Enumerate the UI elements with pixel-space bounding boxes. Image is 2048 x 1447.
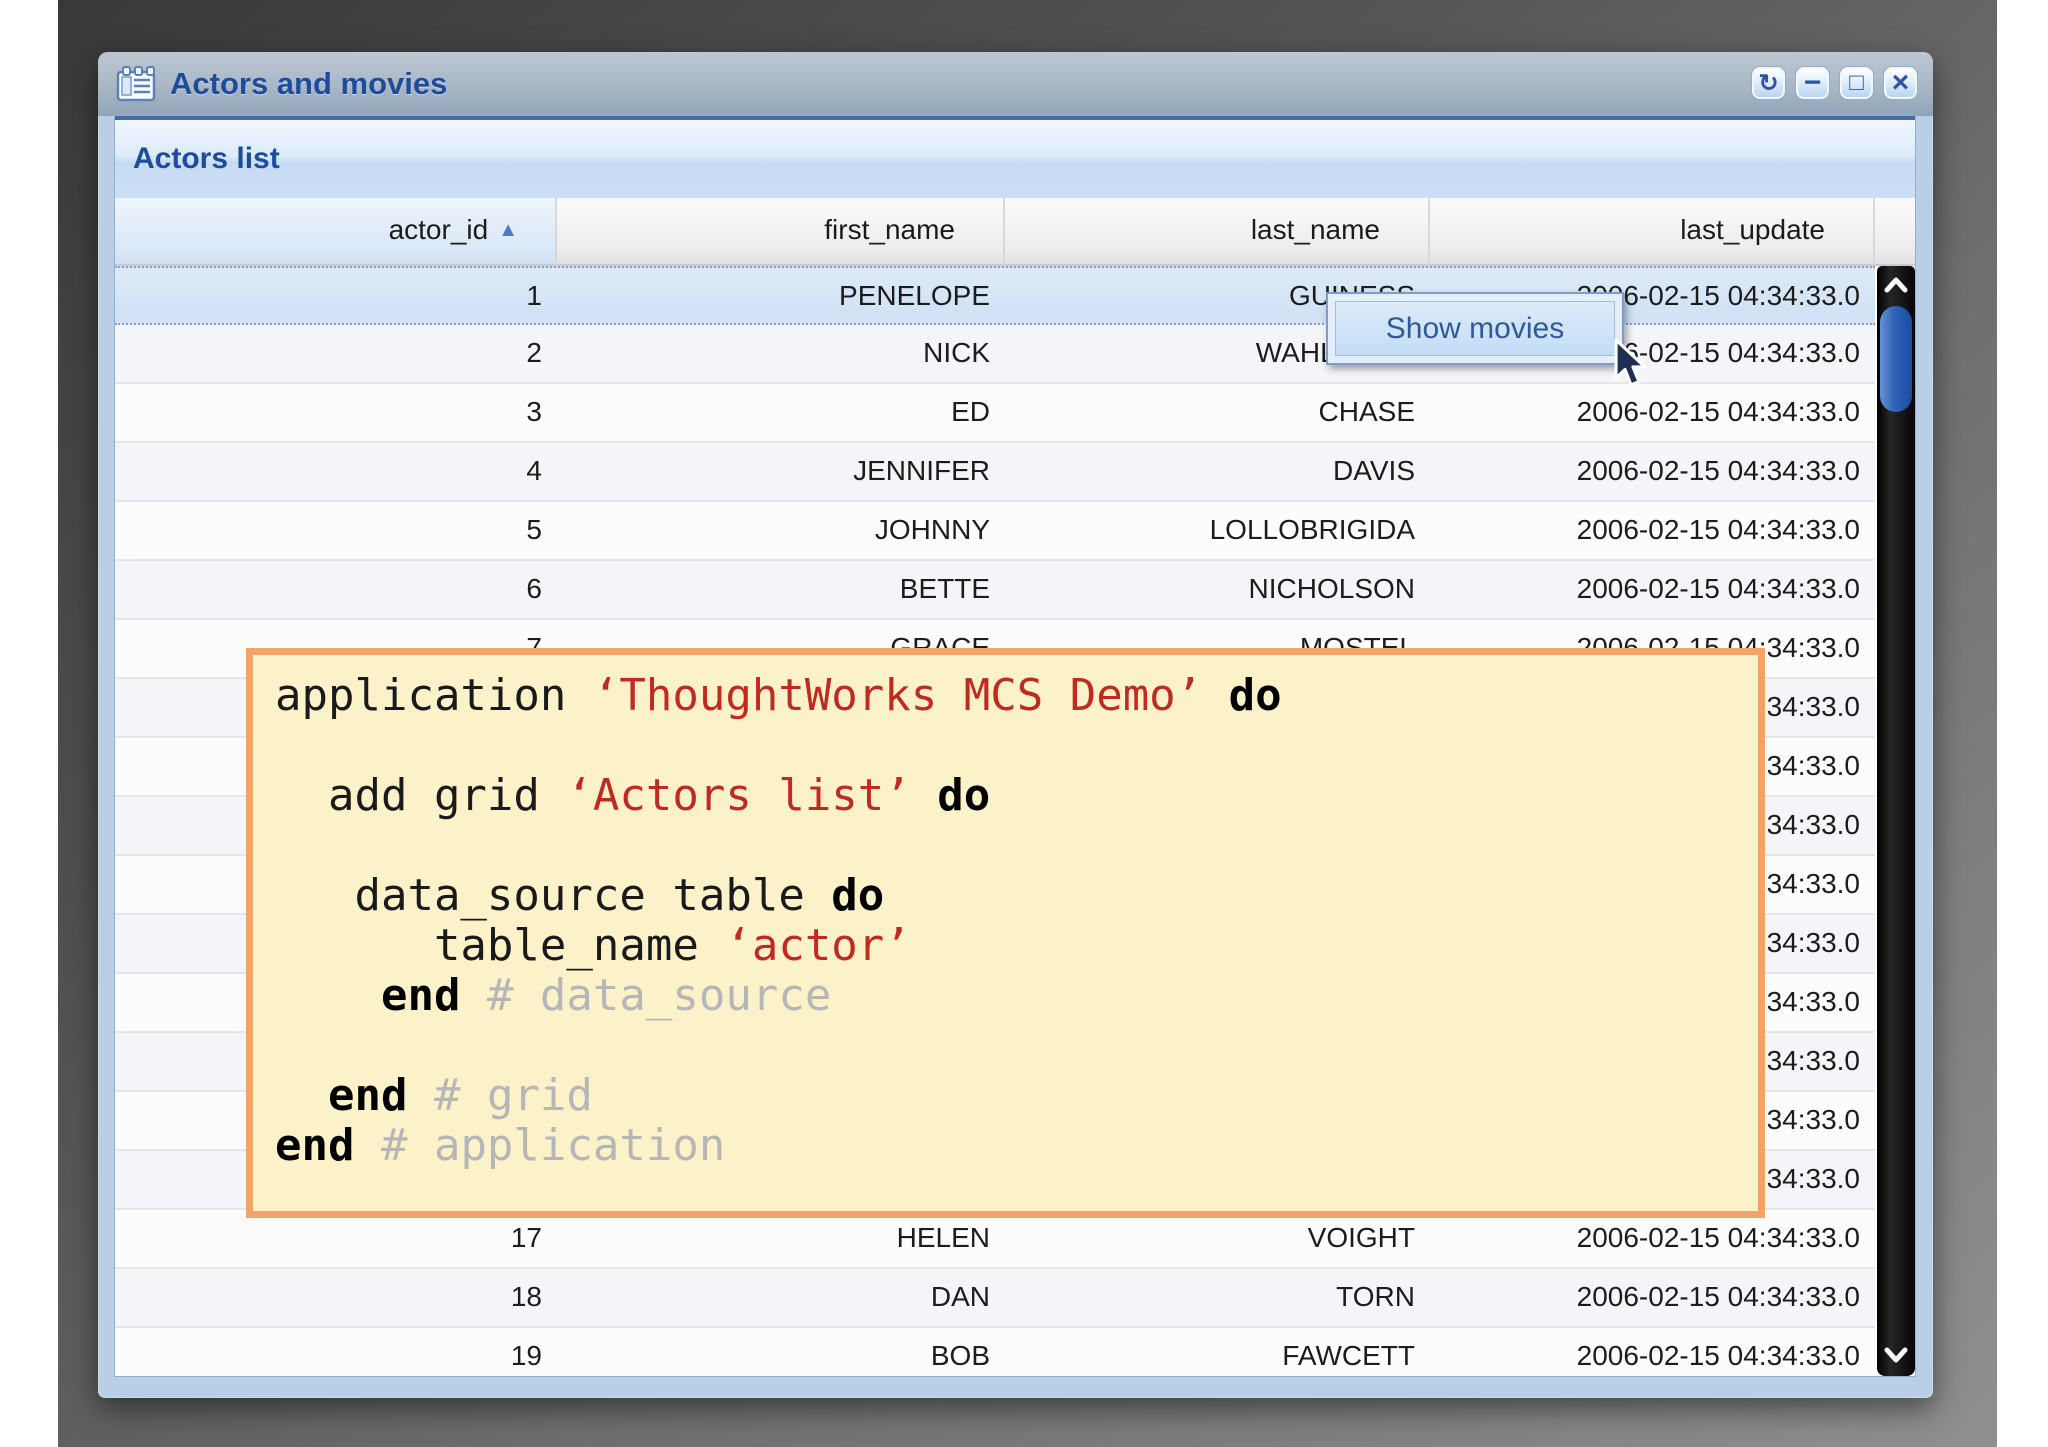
refresh-icon: ↻ [1758,69,1779,97]
cell-last_name: LOLLOBRIGIDA [1209,514,1415,545]
cell-first_name: BOB [930,1340,990,1371]
table-row[interactable]: 17 HELEN VOIGHT 2006-02-15 04:34:33.0 [115,1210,1875,1269]
close-icon: × [1891,66,1910,99]
cell-last_update: 2006-02-15 04:34:33.0 [1576,396,1860,427]
column-header-label: first_name [824,214,955,245]
header-spacer [1875,198,1915,266]
column-header-actor_id[interactable]: actor_id ▲ [115,198,557,266]
context-menu-item-show-movies[interactable]: Show movies [1335,301,1615,356]
cell-last_name: NICHOLSON [1248,573,1415,604]
panel-header: Actors list [115,120,1915,198]
context-menu: Show movies [1326,292,1624,365]
scroll-up-button[interactable] [1877,276,1915,294]
cell-last_name: TORN [1336,1281,1415,1312]
code-line: application ‘ThoughtWorks MCS Demo’ do [275,670,1282,721]
code-line: data_source table do [275,870,885,921]
cell-last_name: CHASE [1318,396,1415,427]
code-overlay: application ‘ThoughtWorks MCS Demo’ do a… [246,648,1765,1218]
cell-last_update: 2006-02-15 04:34:33.0 [1576,455,1860,486]
table-row[interactable]: 19 BOB FAWCETT 2006-02-15 04:34:33.0 [115,1328,1875,1376]
mouse-cursor-icon [1614,338,1647,387]
vertical-scrollbar[interactable] [1877,266,1915,1376]
cell-first_name: ED [951,396,990,427]
cell-actor_id: 18 [510,1281,542,1312]
code-line: end # grid [327,1070,593,1121]
maximize-icon: □ [1849,69,1864,96]
cell-first_name: BETTE [899,573,990,604]
column-header-first_name[interactable]: first_name [557,198,1005,266]
cell-first_name: HELEN [896,1222,990,1253]
notepad-icon [116,66,156,102]
cell-last_update: 2006-02-15 04:34:33.0 [1576,1340,1860,1371]
window-controls: ↻ − □ × [1752,66,1917,99]
cell-first_name: JENNIFER [853,455,990,486]
sort-ascending-icon: ▲ [498,219,518,241]
cell-actor_id: 3 [526,396,542,427]
cell-first_name: PENELOPE [839,280,990,311]
cell-last_name: DAVIS [1333,455,1415,486]
cell-actor_id: 6 [526,573,542,604]
table-row[interactable]: 3 ED CHASE 2006-02-15 04:34:33.0 [115,384,1875,443]
table-row[interactable]: 6 BETTE NICHOLSON 2006-02-15 04:34:33.0 [115,561,1875,620]
close-button[interactable]: × [1884,66,1917,99]
column-header-last_update[interactable]: last_update [1430,198,1875,266]
column-header-last_name[interactable]: last_name [1005,198,1430,266]
cell-last_name: FAWCETT [1282,1340,1415,1371]
table-row[interactable]: 18 DAN TORN 2006-02-15 04:34:33.0 [115,1269,1875,1328]
cell-last_update: 2006-02-15 04:34:33.0 [1576,1222,1860,1253]
chevron-up-icon [1884,277,1908,293]
minimize-button[interactable]: − [1796,67,1829,99]
cell-actor_id: 2 [526,337,542,368]
cell-actor_id: 17 [510,1222,542,1253]
column-header-label: actor_id [388,214,489,245]
table-header: actor_id ▲ first_name last_name last_update [115,198,1915,266]
cell-last_update: 2006-02-15 04:34:33.0 [1576,573,1860,604]
cell-first_name: JOHNNY [874,514,990,545]
code-line: add grid ‘Actors list’ do [275,770,991,821]
maximize-button[interactable]: □ [1840,67,1873,99]
code-line: table_name ‘actor’ [275,920,911,971]
cell-actor_id: 4 [526,455,542,486]
cell-last_name: VOIGHT [1307,1222,1415,1253]
cell-last_update: 2006-02-15 04:34:33.0 [1576,1281,1860,1312]
scroll-down-button[interactable] [1877,1346,1915,1364]
cell-actor_id: 19 [510,1340,542,1371]
cell-actor_id: 5 [526,514,542,545]
panel-title: Actors list [133,142,280,175]
column-header-label: last_update [1680,214,1825,245]
column-header-label: last_name [1250,214,1380,245]
code-snippet: application ‘ThoughtWorks MCS Demo’ do a… [275,671,1758,1171]
cell-first_name: NICK [923,337,990,368]
window-titlebar[interactable]: Actors and movies ↻ − □ × [98,52,1933,116]
scrollbar-thumb[interactable] [1880,306,1912,412]
window-title: Actors and movies [170,66,448,101]
cell-actor_id: 1 [526,280,542,311]
refresh-button[interactable]: ↻ [1752,67,1785,99]
code-line: end # data_source [380,970,832,1021]
table-row[interactable]: 5 JOHNNY LOLLOBRIGIDA 2006-02-15 04:34:33.0 [115,502,1875,561]
cell-first_name: DAN [930,1281,990,1312]
table-row[interactable]: 4 JENNIFER DAVIS 2006-02-15 04:34:33.0 [115,443,1875,502]
code-line: end # application [275,1120,726,1171]
chevron-down-icon [1884,1347,1908,1363]
cell-last_update: 2006-02-15 04:34:33.0 [1576,514,1860,545]
minimize-icon: − [1803,66,1822,99]
